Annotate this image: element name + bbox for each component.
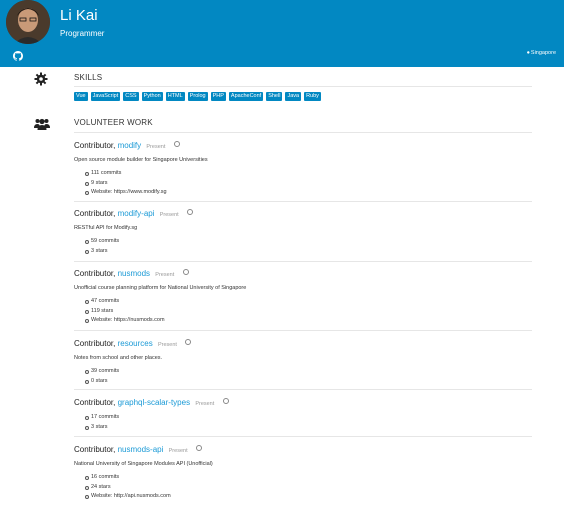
list-item: Website: http://api.nusmods.com [74, 492, 532, 502]
clock-icon [173, 141, 180, 147]
list-item: 0 stars [74, 377, 532, 387]
list-item: 3 stars [74, 247, 532, 257]
location: ●Singapore [527, 50, 556, 56]
map-pin-icon: ● [526, 50, 530, 56]
entry-description: National University of Singapore Modules… [74, 461, 213, 467]
skills-divider [74, 86, 532, 87]
list-item: 9 stars [74, 179, 532, 189]
clock-icon [182, 269, 189, 275]
volunteer-entry: Contributor, modify Present Open source … [74, 141, 532, 198]
entry-status: Present [155, 272, 175, 278]
skills-tags: Vue JavaScript CSS Python HTML Prolog PH… [74, 92, 321, 101]
skill-tag: Vue [74, 92, 88, 101]
skill-tag: JavaScript [90, 92, 121, 101]
skill-tag: Shell [266, 92, 283, 101]
entry-divider [74, 436, 532, 437]
entry-position: Contributor, [74, 339, 116, 348]
project-link[interactable]: resources [118, 339, 153, 348]
entry-description: Unofficial course planning platform for … [74, 285, 247, 291]
entry-status: Present [168, 448, 188, 454]
clock-icon [222, 398, 229, 404]
profile-name: Li Kai [60, 7, 98, 24]
clock-icon [186, 209, 193, 215]
entry-title: Contributor, nusmods-api Present [74, 445, 532, 454]
volunteer-entry: Contributor, resources Present Notes fro… [74, 339, 532, 386]
entry-title: Contributor, modify Present [74, 141, 532, 150]
entry-title: Contributor, graphql-scalar-types Presen… [74, 398, 532, 407]
entry-status: Present [146, 144, 166, 150]
entry-position: Contributor, [74, 445, 116, 454]
entry-title: Contributor, nusmods Present [74, 269, 532, 278]
entry-status: Present [157, 342, 177, 348]
project-link[interactable]: nusmods-api [118, 445, 164, 454]
profile-role: Programmer [60, 29, 105, 38]
skill-tag: HTML [165, 92, 185, 101]
entry-title: Contributor, modify-api Present [74, 209, 532, 218]
list-item: 39 commits [74, 367, 532, 377]
gear-icon [34, 72, 48, 86]
entry-stats: 39 commits 0 stars [74, 367, 532, 386]
avatar [6, 0, 50, 44]
skill-tag: PHP [210, 92, 226, 101]
entry-divider [74, 201, 532, 202]
entry-position: Contributor, [74, 209, 116, 218]
project-link[interactable]: modify-api [118, 209, 155, 218]
list-item: 119 stars [74, 307, 532, 317]
entry-position: Contributor, [74, 398, 116, 407]
entry-stats: 16 commits 24 stars Website: http://api.… [74, 473, 532, 502]
volunteer-divider [74, 132, 532, 133]
list-item: 111 commits [74, 169, 532, 179]
list-item: 59 commits [74, 237, 532, 247]
entry-divider [74, 330, 532, 331]
volunteer-entry: Contributor, graphql-scalar-types Presen… [74, 398, 532, 432]
list-item: 17 commits [74, 413, 532, 423]
list-item: 24 stars [74, 483, 532, 493]
clock-icon [195, 445, 202, 451]
entry-status: Present [195, 401, 215, 407]
location-text: Singapore [530, 50, 556, 56]
volunteer-title: VOLUNTEER WORK [74, 118, 153, 127]
project-link[interactable]: nusmods [118, 269, 150, 278]
profile-header: Li Kai Programmer ●Singapore [0, 0, 564, 67]
entry-divider [74, 389, 532, 390]
volunteer-entry: Contributor, modify-api Present RESTful … [74, 209, 532, 256]
skill-tag: CSS [123, 92, 139, 101]
volunteer-entry: Contributor, nusmods-api Present Nationa… [74, 445, 532, 502]
entry-divider [74, 261, 532, 262]
entry-description: Open source module builder for Singapore… [74, 157, 208, 163]
clock-icon [185, 339, 192, 345]
skill-tag: Prolog [187, 92, 208, 101]
list-item: 47 commits [74, 297, 532, 307]
entry-position: Contributor, [74, 141, 116, 150]
skill-tag: ApacheConf [228, 92, 264, 101]
list-item: 3 stars [74, 423, 532, 433]
entry-stats: 111 commits 9 stars Website: https://www… [74, 169, 532, 198]
entry-position: Contributor, [74, 269, 116, 278]
entry-status: Present [159, 212, 179, 218]
project-link[interactable]: modify [118, 141, 142, 150]
skills-title: SKILLS [74, 73, 103, 82]
entry-stats: 17 commits 3 stars [74, 413, 532, 432]
entry-stats: 47 commits 119 stars Website: https://nu… [74, 297, 532, 326]
skill-tag: Python [141, 92, 163, 101]
entry-title: Contributor, resources Present [74, 339, 532, 348]
github-icon[interactable] [13, 48, 23, 61]
volunteer-entry: Contributor, nusmods Present Unofficial … [74, 269, 532, 326]
project-link[interactable]: graphql-scalar-types [118, 398, 190, 407]
skill-tag: Ruby [304, 92, 321, 101]
list-item: Website: https://nusmods.com [74, 316, 532, 326]
users-icon [34, 117, 50, 131]
list-item: Website: https://www.modify.sg [74, 188, 532, 198]
list-item: 16 commits [74, 473, 532, 483]
skill-tag: Java [285, 92, 302, 101]
entry-description: RESTful API for Modify.sg [74, 225, 138, 231]
entry-stats: 59 commits 3 stars [74, 237, 532, 256]
entry-description: Notes from school and other places. [74, 355, 163, 361]
